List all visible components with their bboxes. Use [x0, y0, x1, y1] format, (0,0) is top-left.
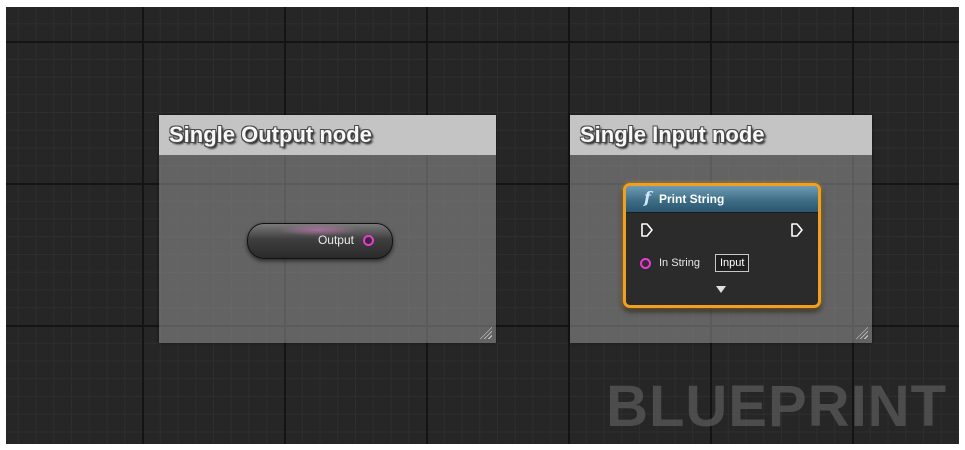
- output-data-pin-icon[interactable]: [363, 235, 374, 246]
- node-header[interactable]: f Print String: [626, 186, 818, 213]
- expand-arrow-icon[interactable]: [716, 286, 726, 293]
- exec-input-pin-icon[interactable]: [640, 223, 654, 237]
- output-node[interactable]: Output: [247, 223, 393, 259]
- blueprint-graph-canvas[interactable]: Single Output node Output Single Input n…: [6, 7, 959, 444]
- exec-output-pin-icon[interactable]: [790, 223, 804, 237]
- node-title: Print String: [659, 192, 725, 206]
- comment-title[interactable]: Single Input node: [570, 115, 872, 155]
- comment-title[interactable]: Single Output node: [159, 115, 496, 155]
- comment-box-single-input[interactable]: Single Input node f Print String In Stri…: [570, 115, 872, 343]
- blueprint-watermark: BLUEPRINT: [606, 374, 947, 439]
- resize-grip-icon[interactable]: [480, 327, 492, 339]
- output-pin-label: Output: [317, 233, 354, 247]
- in-string-pin-icon[interactable]: [640, 258, 651, 269]
- function-icon: f: [644, 188, 651, 207]
- comment-box-single-output[interactable]: Single Output node Output: [159, 115, 496, 343]
- resize-grip-icon[interactable]: [856, 327, 868, 339]
- in-string-input-field[interactable]: Input: [715, 254, 750, 272]
- print-string-node[interactable]: f Print String In String Input: [623, 183, 821, 308]
- in-string-label: In String: [659, 257, 700, 269]
